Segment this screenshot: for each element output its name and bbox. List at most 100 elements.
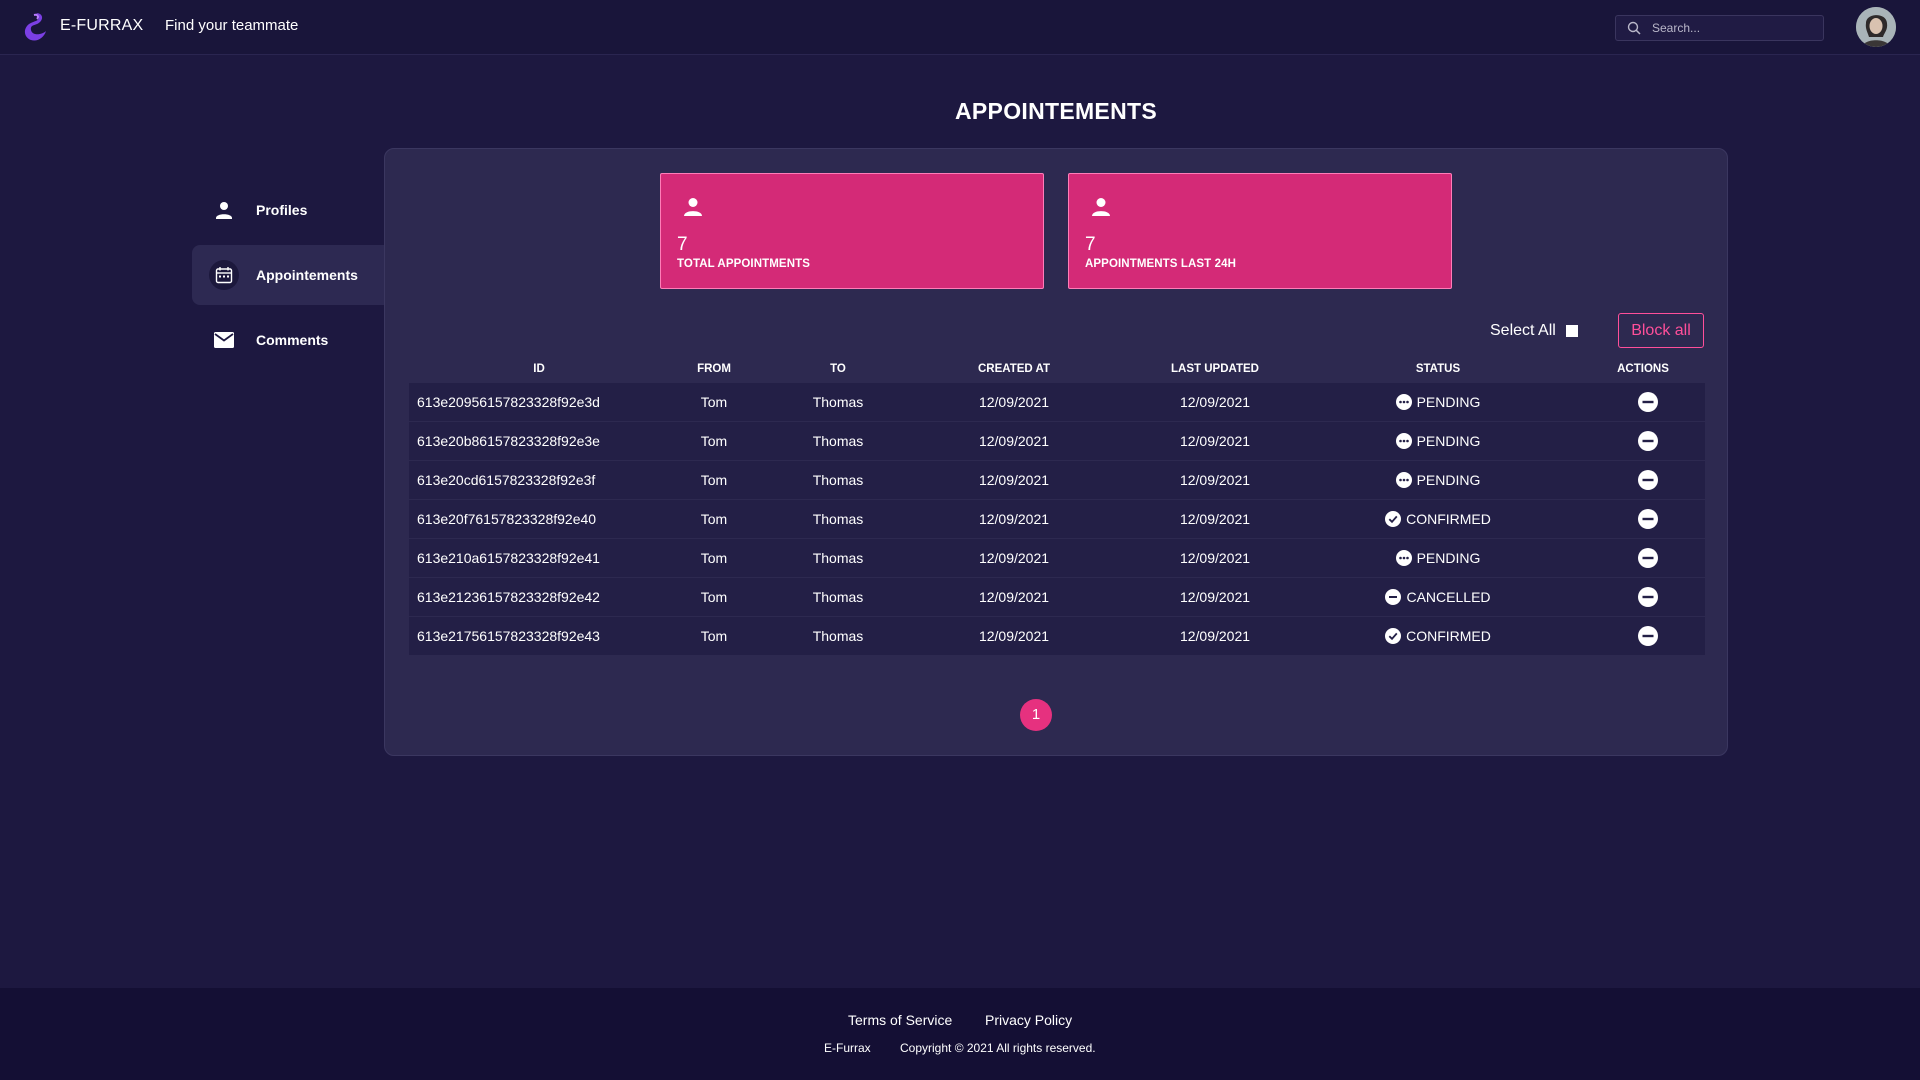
column-header: STATUS [1415,363,1461,375]
block-icon[interactable] [1637,430,1659,452]
mail-icon [214,332,234,348]
sidebar-item-label: Comments [256,332,329,348]
cell-last-updated: 12/09/2021 [1179,589,1251,605]
cell-id: 613e210a6157823328f92e41 [417,550,600,566]
cell-to: Thomas [812,511,864,527]
person-icon [216,202,232,219]
cell-to: Thomas [812,589,864,605]
table-row: 613e21236157823328f92e42 Tom Thomas 12/09/2… [409,578,1705,617]
sidebar-item-comments[interactable]: Comments [192,310,384,370]
column-header: CREATED AT [978,363,1050,375]
cell-created-at: 12/09/2021 [978,628,1050,644]
cell-from: Tom [700,589,728,605]
block-all-button[interactable]: Block all [1618,313,1704,348]
block-icon[interactable] [1637,547,1659,569]
footer-company: E-Furrax [824,1041,871,1055]
privacy-link[interactable]: Privacy Policy [985,1012,1072,1028]
cell-last-updated: 12/09/2021 [1179,433,1251,449]
cell-last-updated: 12/09/2021 [1179,394,1251,410]
appointments-table: ID FROM TO CREATED AT LAST UPDATED STATUS ACTI… [409,363,1705,656]
sidebar-item-profiles[interactable]: Profiles [192,180,384,240]
sidebar-item-label: Appointements [256,267,358,283]
sidebar-item-label: Profiles [256,202,308,218]
select-all-checkbox[interactable] [1566,325,1578,337]
block-icon[interactable] [1637,586,1659,608]
status-badge: PENDING [1348,391,1528,413]
cell-last-updated: 12/09/2021 [1179,472,1251,488]
cell-from: Tom [700,628,728,644]
check-circle-icon [1385,628,1402,644]
status-badge: CONFIRMED [1348,508,1528,530]
cell-id: 613e20cd6157823328f92e3f [417,472,596,488]
column-header: ACTIONS [1617,363,1669,375]
block-icon[interactable] [1637,391,1659,413]
terms-link[interactable]: Terms of Service [848,1012,952,1028]
select-all-label: Select All [1490,322,1556,339]
status-badge: PENDING [1348,469,1528,491]
column-header: TO [830,363,846,375]
cell-from: Tom [700,472,728,488]
status-badge: CONFIRMED [1348,625,1528,647]
cell-to: Thomas [812,433,864,449]
block-icon[interactable] [1637,625,1659,647]
pending-icon [1395,472,1412,488]
status-label: PENDING [1416,433,1481,449]
table-body: 613e20956157823328f92e3d Tom Thomas 12/09/2… [409,383,1705,656]
status-label: PENDING [1416,472,1481,488]
table-row: 613e20cd6157823328f92e3f Tom Thomas 12/09/2… [409,461,1705,500]
cell-from: Tom [700,550,728,566]
cell-to: Thomas [812,628,864,644]
person-icon [1092,198,1110,216]
status-label: PENDING [1416,394,1481,410]
user-avatar[interactable] [1856,7,1896,47]
cell-from: Tom [700,433,728,449]
cell-from: Tom [700,511,728,527]
cell-created-at: 12/09/2021 [978,472,1050,488]
block-icon[interactable] [1637,508,1659,530]
stat-label: APPOINTMENTS LAST 24H [1085,258,1236,270]
cell-id: 613e21756157823328f92e43 [417,628,600,644]
pending-icon [1395,550,1412,566]
search-icon [1627,21,1641,35]
check-circle-icon [1385,511,1402,527]
status-label: CONFIRMED [1406,511,1491,527]
status-label: PENDING [1416,550,1481,566]
stat-value: 7 [677,234,688,255]
top-navbar: E-FURRAX Find your teammate [0,0,1920,55]
pagination-page-1[interactable]: 1 [1020,699,1052,731]
stat-card-total: 7 TOTAL APPOINTMENTS [660,173,1044,289]
search-box[interactable] [1615,15,1824,41]
table-row: 613e20956157823328f92e3d Tom Thomas 12/09/2… [409,383,1705,422]
sidebar-item-appointements[interactable]: Appointements [192,245,384,305]
tagline-link[interactable]: Find your teammate [165,17,298,34]
table-row: 613e20b86157823328f92e3e Tom Thomas 12/09/2… [409,422,1705,461]
table-row: 613e21756157823328f92e43 Tom Thomas 12/09/2… [409,617,1705,656]
cell-from: Tom [700,394,728,410]
cell-id: 613e21236157823328f92e42 [417,589,600,605]
table-header: ID FROM TO CREATED AT LAST UPDATED STATUS ACTI… [409,363,1705,383]
cell-to: Thomas [812,550,864,566]
status-label: CANCELLED [1406,589,1491,605]
cell-created-at: 12/09/2021 [978,511,1050,527]
cell-created-at: 12/09/2021 [978,589,1050,605]
status-label: CONFIRMED [1406,628,1491,644]
table-row: 613e210a6157823328f92e41 Tom Thomas 12/09/2… [409,539,1705,578]
brand-name[interactable]: E-FURRAX [60,17,143,35]
calendar-icon [215,267,233,284]
avatar-icon [1856,7,1896,47]
cell-created-at: 12/09/2021 [978,394,1050,410]
pending-icon [1395,433,1412,449]
footer: Terms of Service Privacy Policy E-Furrax… [0,988,1920,1080]
calendar-icon-wrap [209,260,239,290]
cell-to: Thomas [812,472,864,488]
search-input[interactable] [1652,16,1820,40]
cell-last-updated: 12/09/2021 [1179,550,1251,566]
block-icon[interactable] [1637,469,1659,491]
table-row: 613e20f76157823328f92e40 Tom Thomas 12/09/2… [409,500,1705,539]
pending-icon [1395,394,1412,410]
footer-copyright: Copyright © 2021 All rights reserved. [900,1041,1096,1055]
cell-last-updated: 12/09/2021 [1179,628,1251,644]
furrax-logo-icon[interactable] [22,11,50,43]
page-title: APPOINTEMENTS [955,98,1157,124]
cell-created-at: 12/09/2021 [978,433,1050,449]
